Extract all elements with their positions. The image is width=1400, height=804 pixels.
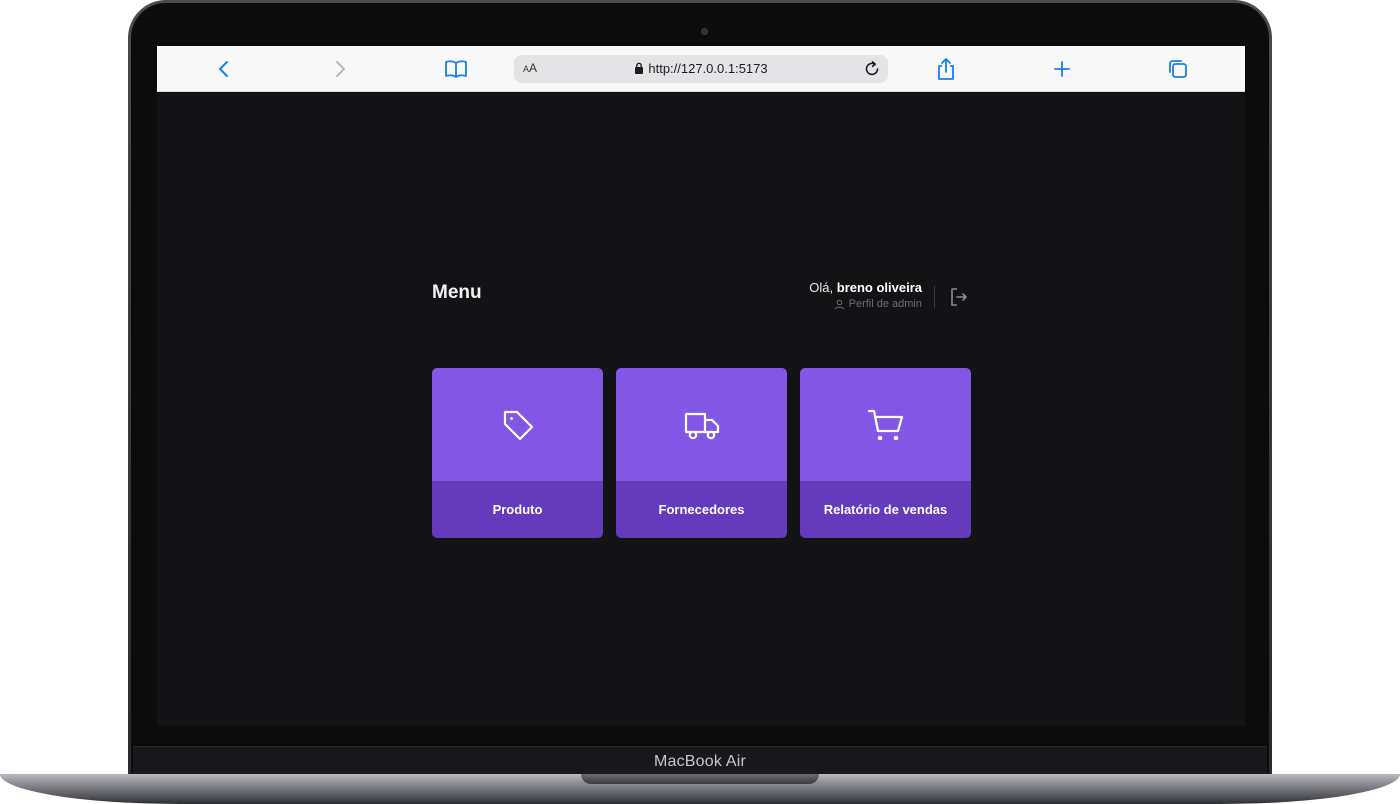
reload-icon — [865, 61, 879, 76]
address-bar[interactable]: AA http://127.0.0.1:5173 — [514, 55, 888, 83]
user-name: breno oliveira — [836, 280, 922, 295]
card-icon-area — [432, 368, 603, 481]
plus-icon — [1054, 61, 1070, 77]
new-tab-button[interactable] — [1050, 57, 1074, 81]
app-content: Menu Olá, breno oliveira Perfil de admin… — [157, 92, 1245, 726]
user-info: Olá, breno oliveira Perfil de admin — [809, 280, 922, 310]
url-text: http://127.0.0.1:5173 — [648, 61, 768, 76]
laptop-base — [0, 774, 1400, 804]
user-profile: Perfil de admin — [809, 298, 922, 310]
back-button[interactable] — [212, 57, 236, 81]
card-icon-area — [616, 368, 787, 481]
brand-label: MacBook Air — [653, 753, 746, 770]
tabs-icon — [1169, 60, 1187, 78]
browser-toolbar: AA http://127.0.0.1:5173 — [157, 46, 1245, 92]
url-display[interactable]: http://127.0.0.1:5173 — [514, 61, 888, 76]
user-icon — [834, 299, 844, 309]
forward-button[interactable] — [328, 57, 352, 81]
tabs-button[interactable] — [1166, 57, 1190, 81]
logout-button[interactable] — [948, 286, 970, 308]
logout-icon — [951, 288, 967, 306]
lock-icon — [635, 62, 644, 74]
user-greeting: Olá, breno oliveira — [809, 280, 922, 295]
chevron-left-icon — [219, 61, 228, 77]
book-icon — [445, 60, 467, 78]
card-icon-area — [800, 368, 971, 481]
card-label: Fornecedores — [616, 481, 787, 538]
laptop-mockup: AA http://127.0.0.1:5173 Menu Olá, breno… — [0, 0, 1400, 804]
greeting-prefix: Olá, — [809, 280, 837, 295]
truck-icon — [684, 412, 719, 439]
profile-label: Perfil de admin — [848, 298, 922, 310]
cart-icon — [867, 409, 903, 440]
card-label: Produto — [432, 481, 603, 538]
card-relatorio-de-vendas[interactable]: Relatório de vendas — [800, 368, 971, 538]
bookmarks-button[interactable] — [444, 57, 468, 81]
share-button[interactable] — [934, 57, 958, 81]
reload-button[interactable] — [862, 59, 882, 79]
laptop-chin: MacBook Air — [133, 746, 1267, 777]
tag-icon — [503, 410, 533, 440]
chevron-right-icon — [336, 61, 345, 77]
menu-cards: Produto Fornecedores Relatório de vendas — [432, 368, 971, 538]
header-divider — [934, 286, 935, 308]
page-title: Menu — [432, 282, 482, 303]
share-icon — [938, 58, 954, 80]
camera-icon — [701, 28, 708, 35]
card-label: Relatório de vendas — [800, 481, 971, 538]
card-produto[interactable]: Produto — [432, 368, 603, 538]
card-fornecedores[interactable]: Fornecedores — [616, 368, 787, 538]
browser-window: AA http://127.0.0.1:5173 Menu Olá, breno… — [157, 46, 1245, 726]
laptop-notch — [581, 774, 819, 784]
